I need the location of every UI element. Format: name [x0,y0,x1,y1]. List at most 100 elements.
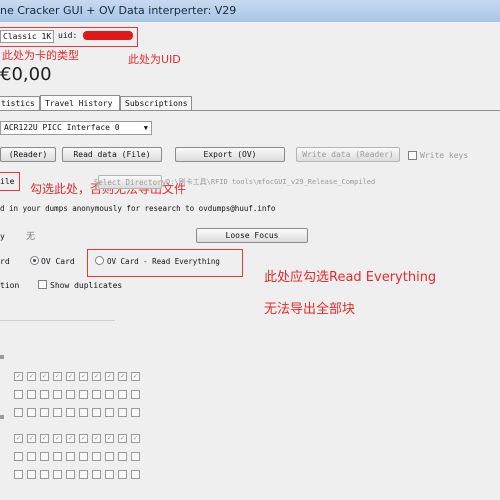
write-keys-checkbox[interactable] [408,151,417,160]
write-data-reader-button[interactable]: Write data (Reader) [296,147,400,162]
block-checkbox[interactable] [27,390,36,399]
block-checkbox[interactable] [66,470,75,479]
block-checkbox[interactable] [40,452,49,461]
write-keys-label: Write keys [420,151,469,160]
block-checkbox[interactable]: ✓ [92,372,101,381]
block-checkbox[interactable] [131,470,140,479]
anonymous-upload-notice: d in your dumps anonymously for research… [0,204,276,213]
block-checkbox[interactable] [79,408,88,417]
block-checkbox[interactable]: ✓ [79,372,88,381]
block-checkbox[interactable] [105,390,114,399]
uid-redacted [83,31,133,40]
block-checkbox[interactable] [53,390,62,399]
block-checkbox[interactable] [131,452,140,461]
block-checkbox[interactable]: ✓ [40,372,49,381]
block-checkbox[interactable] [131,390,140,399]
block-checkbox[interactable] [79,470,88,479]
block-checkbox[interactable] [92,390,101,399]
show-duplicates-label: Show duplicates [50,281,123,290]
block-checkbox[interactable] [14,452,23,461]
tab-statistics[interactable]: tistics [0,96,40,110]
block-checkbox[interactable] [105,452,114,461]
block-checkbox[interactable] [66,390,75,399]
block-checkbox[interactable] [14,470,23,479]
block-checkbox[interactable]: ✓ [40,434,49,443]
block-checkbox[interactable]: ✓ [14,372,23,381]
block-checkbox[interactable]: ✓ [105,372,114,381]
block-checkbox[interactable] [40,408,49,417]
title-bar[interactable]: ne Cracker GUI + OV Data interperter: V2… [0,0,500,23]
annotation-uid: 此处为UID [128,53,181,66]
read-data-file-button[interactable]: Read data (File) [62,147,162,162]
block-checkbox[interactable]: ✓ [92,434,101,443]
ov-card-label: OV Card [41,257,75,266]
block-checkbox[interactable] [92,470,101,479]
card-mode-label: rd [0,257,10,266]
block-checkbox[interactable] [79,452,88,461]
block-checkbox[interactable] [118,452,127,461]
chevron-down-icon: ▼ [143,124,148,132]
tab-subscriptions[interactable]: Subscriptions [120,96,192,110]
block-checkbox[interactable] [53,408,62,417]
block-grid-upper: ✓ ✓ ✓ ✓ ✓ ✓ ✓ ✓ ✓ ✓ [14,372,144,417]
reader-select[interactable]: ACR122U PICC Interface 0 ▼ [0,121,152,135]
block-checkbox[interactable]: ✓ [27,434,36,443]
block-checkbox[interactable] [14,408,23,417]
block-checkbox[interactable] [131,408,140,417]
reader-select-value: ACR122U PICC Interface 0 [4,123,120,132]
loose-focus-button[interactable]: Loose Focus [196,228,308,243]
block-checkbox[interactable]: ✓ [27,372,36,381]
block-checkbox[interactable] [40,390,49,399]
tab-divider [0,110,500,111]
block-checkbox[interactable] [27,452,36,461]
block-checkbox[interactable] [79,390,88,399]
block-checkbox[interactable] [92,452,101,461]
block-checkbox[interactable]: ✓ [105,434,114,443]
ov-card-radio[interactable] [30,256,39,265]
block-checkbox[interactable] [66,408,75,417]
block-checkbox[interactable]: ✓ [66,372,75,381]
annotation-read-everything: 此处应勾选Read Everything [264,270,437,285]
block-grid-lower: ✓ ✓ ✓ ✓ ✓ ✓ ✓ ✓ ✓ ✓ [14,434,144,479]
block-checkbox[interactable] [40,470,49,479]
block-checkbox[interactable] [14,390,23,399]
block-checkbox[interactable]: ✓ [118,372,127,381]
block-checkbox[interactable] [53,452,62,461]
block-checkbox[interactable]: ✓ [66,434,75,443]
file-checkbox-label[interactable]: ile [0,177,14,186]
block-checkbox[interactable] [118,390,127,399]
block-checkbox[interactable] [53,470,62,479]
card-type-field: Classic 1K [0,30,54,43]
section-marker [0,355,4,359]
block-checkbox[interactable]: ✓ [53,372,62,381]
key-label: y [0,232,5,241]
block-checkbox[interactable] [118,408,127,417]
block-checkbox[interactable] [66,452,75,461]
tab-travel-history[interactable]: Travel History [40,95,120,111]
block-checkbox[interactable]: ✓ [131,434,140,443]
block-checkbox[interactable] [118,470,127,479]
key-value: 无 [26,232,36,242]
section-divider [0,320,115,321]
tab-label: Travel History [45,99,113,108]
block-checkbox[interactable] [27,408,36,417]
option-label: tion [0,281,20,290]
block-checkbox[interactable]: ✓ [131,372,140,381]
annotation-card-type: 此处为卡的类型 [2,49,79,62]
export-ov-button[interactable]: Export (OV) [175,147,285,162]
block-checkbox[interactable]: ✓ [79,434,88,443]
reader-button[interactable]: (Reader) [0,147,56,162]
block-checkbox[interactable]: ✓ [118,434,127,443]
block-checkbox[interactable] [105,470,114,479]
block-checkbox[interactable]: ✓ [14,434,23,443]
balance: €0,00 [0,64,52,85]
select-directory-button[interactable]: Select Directory [94,175,166,189]
show-duplicates-checkbox[interactable] [38,280,47,289]
tab-label: tistics [1,99,35,108]
block-checkbox[interactable] [105,408,114,417]
directory-path: D:\刷卡工具\RFID tools\mfocGUI_v29_Release_C… [166,178,376,186]
block-checkbox[interactable] [27,470,36,479]
ov-card-read-everything-radio[interactable] [95,256,104,265]
block-checkbox[interactable] [92,408,101,417]
block-checkbox[interactable]: ✓ [53,434,62,443]
